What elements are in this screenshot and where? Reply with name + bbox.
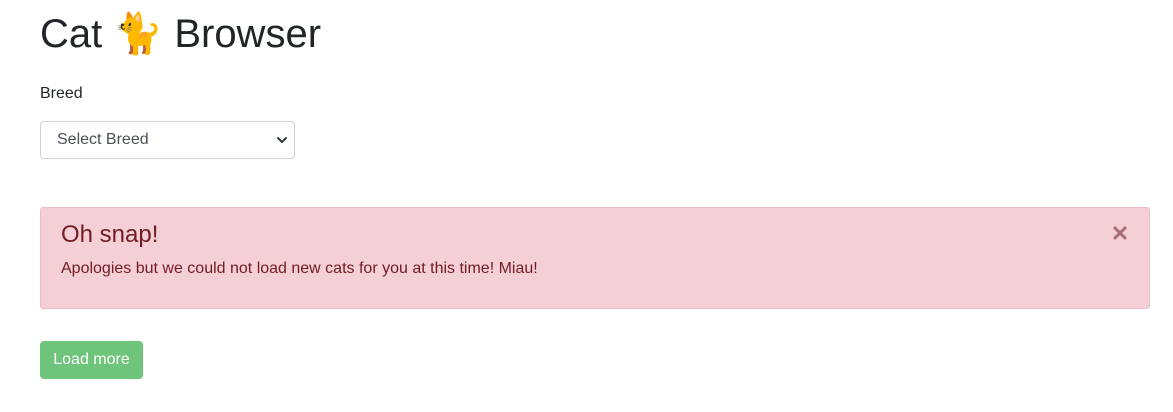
alert-message: Apologies but we could not load new cats…: [61, 260, 538, 277]
error-alert: Oh snap! Apologies but we could not load…: [40, 207, 1150, 309]
load-more-button[interactable]: Load more: [40, 341, 143, 379]
title-text-start: Cat: [40, 12, 103, 56]
chevron-down-icon: [277, 137, 287, 143]
alert-heading: Oh snap!: [61, 221, 159, 248]
breed-label: Breed: [40, 85, 83, 102]
breed-select-value: Select Breed: [57, 131, 149, 148]
close-icon: [1113, 226, 1127, 240]
alert-close-button[interactable]: [1111, 224, 1129, 242]
cat-browser-page: Cat 🐈 Browser Breed Select Breed Oh snap…: [0, 0, 1173, 412]
page-title: Cat 🐈 Browser: [40, 8, 321, 60]
breed-select[interactable]: Select Breed: [40, 121, 295, 159]
title-text-end: Browser: [174, 12, 322, 56]
cat-emoji-icon: 🐈: [113, 12, 164, 56]
